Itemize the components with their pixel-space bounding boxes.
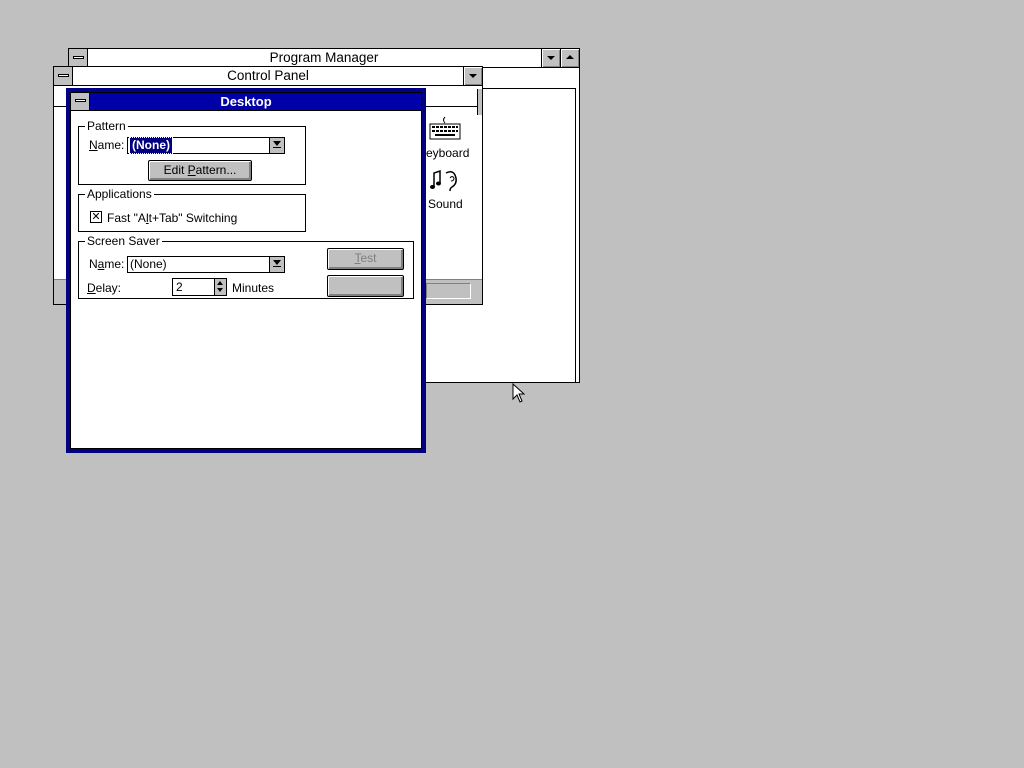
cp-item-sound[interactable]: Sound <box>421 167 471 213</box>
screensaver-name-label: Name: <box>89 257 125 271</box>
edit-pattern-button[interactable]: Edit Pattern... <box>148 160 252 181</box>
vertical-scrollbar-edge <box>575 88 579 382</box>
control-panel-titlebar[interactable]: Control Panel <box>54 67 482 86</box>
cp-item-label: Sound <box>428 197 463 211</box>
mouse-cursor-icon <box>512 383 526 403</box>
pattern-group: Pattern Name: (None) Edit Pattern... <box>78 119 306 185</box>
window-title: Control Panel <box>227 68 309 83</box>
pattern-name-value: (None) <box>129 137 173 154</box>
group-label: Pattern <box>85 119 128 133</box>
dropdown-arrow-icon[interactable] <box>269 257 284 272</box>
delay-value: 2 <box>176 280 183 294</box>
delay-label: Delay: <box>87 281 122 295</box>
group-label: Applications <box>85 187 154 201</box>
cp-item-keyboard[interactable]: eyboard <box>421 115 471 161</box>
test-button[interactable]: Test <box>327 248 404 270</box>
cp-item-label: eyboard <box>426 146 470 160</box>
window-title: Program Manager <box>269 50 379 65</box>
delay-units-label: Minutes <box>232 281 275 295</box>
screensaver-name-value: (None) <box>130 257 167 271</box>
status-pane <box>426 283 471 299</box>
vertical-scrollbar[interactable] <box>477 89 482 115</box>
fast-alt-tab-checkbox[interactable]: ✕ <box>90 211 102 223</box>
screensaver-name-combo[interactable]: (None) <box>127 256 285 273</box>
pattern-name-combo[interactable]: (None) <box>127 137 285 154</box>
pattern-name-label: Name: <box>89 138 125 152</box>
screen-saver-group: Screen Saver Name: (None) Delay: 2 Minut… <box>78 234 414 299</box>
system-menu-button[interactable] <box>54 67 73 85</box>
dialog-title: Desktop <box>220 94 272 109</box>
desktop-dialog-titlebar[interactable]: Desktop <box>71 93 421 111</box>
spinner-arrows-icon[interactable] <box>214 279 226 295</box>
dropdown-arrow-icon[interactable] <box>269 138 284 153</box>
system-menu-button[interactable] <box>71 93 90 110</box>
keyboard-icon <box>429 116 461 140</box>
group-label: Screen Saver <box>85 234 162 248</box>
desktop-background: { "program_manager": { "title": "Program… <box>0 0 1024 768</box>
setup-button[interactable] <box>327 275 404 297</box>
applications-group: Applications ✕ Fast "Alt+Tab" Switching <box>78 187 306 232</box>
fast-alt-tab-label[interactable]: Fast "Alt+Tab" Switching <box>107 211 237 225</box>
delay-spinner[interactable]: 2 <box>172 278 227 296</box>
minimize-button[interactable] <box>541 49 560 67</box>
desktop-dialog[interactable]: Desktop Pattern Name: (None) Edit Patter… <box>66 88 426 453</box>
maximize-button[interactable] <box>560 49 579 67</box>
system-menu-button[interactable] <box>69 49 88 67</box>
minimize-button[interactable] <box>463 67 482 85</box>
sound-icon <box>430 169 457 192</box>
